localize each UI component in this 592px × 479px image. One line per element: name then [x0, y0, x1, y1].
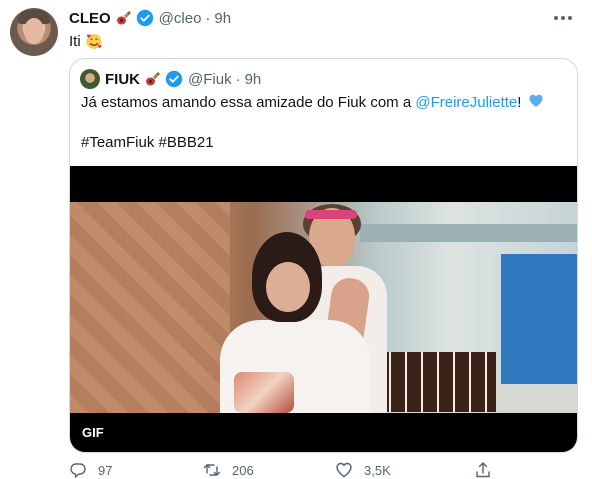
tweet-actions: 97 206 3,5K [69, 458, 589, 479]
reply-count: 97 [98, 462, 113, 478]
tweet-header: CLEO @cleo · 9h [69, 8, 231, 28]
share-icon [476, 462, 490, 478]
quoted-text-after: ! [517, 94, 522, 111]
separator-dot: · [205, 9, 211, 27]
more-options-icon[interactable] [554, 12, 574, 24]
retweet-icon [203, 464, 221, 476]
like-button[interactable]: 3,5K [335, 461, 391, 479]
quoted-tweet-header: FIUK @Fiuk · 9h [80, 69, 261, 89]
quoted-tweet[interactable]: FIUK @Fiuk · 9h Já estamos amando essa a… [69, 58, 578, 453]
reply-icon [70, 463, 86, 478]
gif-media[interactable]: GIF [70, 166, 577, 452]
tweet[interactable]: CLEO @cleo · 9h Iti FIUK @Fiuk · 9h Já e… [0, 0, 592, 479]
separator-dot: · [235, 70, 241, 88]
heart-icon [336, 462, 352, 478]
gif-badge: GIF [82, 425, 104, 440]
quoted-tweet-text: Já estamos amando essa amizade do Fiuk c… [81, 93, 569, 113]
like-count: 3,5K [364, 462, 391, 478]
verified-badge-icon [165, 70, 183, 88]
quoted-hashtags[interactable]: #TeamFiuk #BBB21 [81, 133, 214, 153]
gif-frame [70, 202, 577, 413]
verified-badge-icon [136, 9, 154, 27]
mention-link[interactable]: @FreireJuliette [415, 94, 517, 111]
author-avatar[interactable] [10, 8, 58, 56]
blue-heart-icon [528, 93, 544, 109]
guitar-icon [115, 9, 133, 27]
smiling-face-with-hearts-icon [85, 32, 103, 50]
tweet-text-content: Iti [69, 32, 81, 50]
author-name[interactable]: CLEO [69, 10, 111, 27]
reply-button[interactable]: 97 [69, 461, 112, 479]
guitar-icon [144, 70, 162, 88]
quoted-author-avatar [80, 69, 100, 89]
quoted-author-name: FIUK [105, 70, 140, 88]
retweet-count: 206 [232, 462, 254, 478]
author-handle[interactable]: @cleo [159, 10, 202, 27]
tweet-text: Iti [69, 32, 103, 50]
quoted-tweet-time: 9h [244, 70, 262, 88]
quoted-author-handle: @Fiuk [188, 70, 232, 88]
quoted-text-before: Já estamos amando essa amizade do Fiuk c… [81, 94, 416, 111]
tweet-time[interactable]: 9h [214, 10, 231, 27]
retweet-button[interactable]: 206 [203, 461, 254, 479]
share-button[interactable] [474, 461, 503, 479]
